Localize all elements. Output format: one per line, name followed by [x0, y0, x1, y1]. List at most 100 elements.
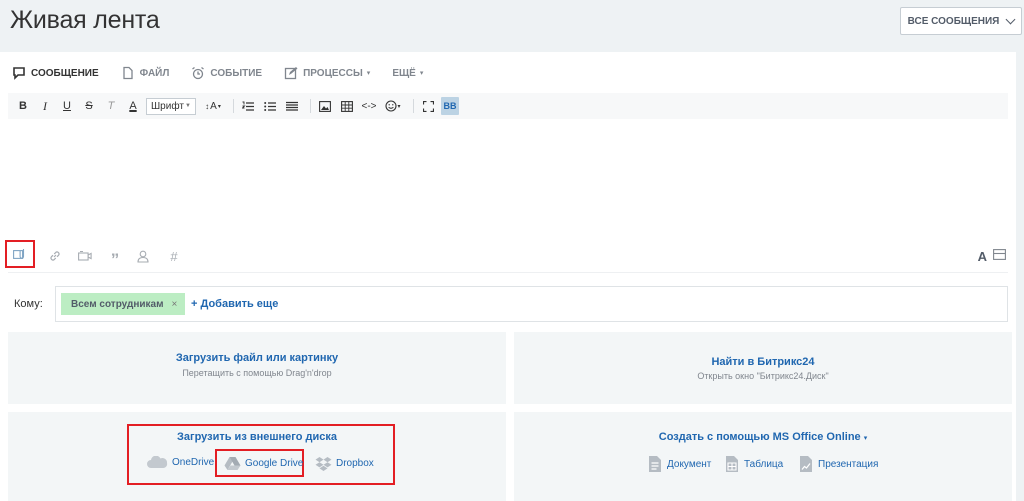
find-in-bitrix-subtitle: Открыть окно "Битрикс24.Диск"	[697, 371, 829, 381]
chat-icon	[13, 67, 25, 80]
create-spreadsheet-button[interactable]: Таблица	[725, 455, 783, 473]
page-title: Живая лента	[10, 6, 160, 34]
font-size-button[interactable]: ↕ A ▾	[202, 97, 224, 115]
user-icon	[137, 250, 149, 263]
tab-message[interactable]: СООБЩЕНИЕ	[12, 66, 99, 80]
font-select-value: Шрифт	[151, 100, 184, 112]
edit-icon	[284, 67, 298, 80]
tab-file-label: ФАЙЛ	[139, 67, 170, 79]
presentation-icon	[800, 456, 812, 472]
italic-button[interactable]: I	[36, 97, 54, 115]
ms-office-title-label: Создать с помощью MS Office Online	[658, 431, 861, 443]
align-button[interactable]	[283, 97, 301, 115]
file-icon	[123, 66, 133, 80]
recipients-label: Кому:	[14, 298, 43, 310]
text-format-toggle-button[interactable]: A	[978, 249, 987, 264]
onedrive-label: OneDrive	[172, 457, 215, 468]
tab-more[interactable]: ЕЩЁ ▾	[392, 68, 423, 79]
upload-file-zone[interactable]: Загрузить файл или картинку Перетащить с…	[8, 332, 506, 404]
onedrive-icon	[147, 456, 168, 469]
upload-file-title[interactable]: Загрузить файл или картинку	[8, 352, 506, 364]
caret-down-icon: ▾	[366, 70, 371, 77]
font-size-label: A	[210, 100, 217, 112]
recipients-row: Кому: Всем сотрудникам × + Добавить еще	[14, 286, 1008, 322]
numbered-list-button[interactable]	[239, 97, 257, 115]
insert-image-button[interactable]	[316, 97, 334, 115]
attach-file-button[interactable]	[5, 240, 35, 268]
add-recipient-link[interactable]: + Добавить еще	[191, 298, 278, 310]
source-code-button[interactable]: <->	[360, 97, 378, 115]
tab-file[interactable]: ФАЙЛ	[121, 66, 170, 80]
video-icon	[78, 250, 92, 261]
insert-video-button[interactable]	[74, 245, 96, 267]
fullscreen-button[interactable]	[419, 97, 437, 115]
font-size-icon: ↕	[205, 101, 210, 111]
google-drive-icon	[224, 457, 241, 470]
toolbar-separator	[233, 99, 234, 113]
code-icon: <->	[361, 100, 377, 112]
recipient-tag-label: Всем сотрудникам	[71, 298, 164, 310]
insert-quote-button[interactable]: ”	[104, 245, 126, 268]
tab-more-label: ЕЩЁ	[392, 67, 416, 79]
numbered-list-icon	[242, 101, 254, 111]
image-icon	[319, 100, 331, 112]
tab-processes[interactable]: ПРОЦЕССЫ ▾	[284, 66, 370, 80]
ms-office-title[interactable]: Создать с помощью MS Office Online ▾	[514, 431, 1012, 443]
tab-message-label: СООБЩЕНИЕ	[31, 67, 99, 79]
formatting-toolbar: B I U S T A Шрифт ▼ ↕ A ▾ <-> ▾ BB	[8, 93, 1008, 119]
recipients-field[interactable]: Всем сотрудникам × + Добавить еще	[55, 286, 1008, 322]
toolbar-separator	[413, 99, 414, 113]
spreadsheet-icon	[726, 456, 738, 472]
attach-file-icon	[13, 249, 25, 259]
caret-down-icon: ▼	[185, 103, 191, 109]
chevron-down-icon	[1005, 14, 1016, 24]
dropbox-icon	[315, 457, 332, 471]
upload-file-subtitle: Перетащить с помощью Drag'n'drop	[182, 368, 332, 378]
tab-event[interactable]: СОБЫТИЕ	[191, 66, 262, 80]
strikethrough-button[interactable]: S	[80, 97, 98, 115]
font-select[interactable]: Шрифт ▼	[146, 97, 196, 115]
fullscreen-icon	[422, 100, 434, 112]
editor-right-tools: A	[978, 247, 1006, 265]
caret-down-icon: ▾	[419, 70, 424, 77]
bullet-list-button[interactable]	[261, 97, 279, 115]
align-left-icon	[286, 101, 298, 111]
caret-down-icon: ▾	[863, 435, 868, 442]
tab-event-label: СОБЫТИЕ	[210, 67, 263, 79]
toolbar-separator	[310, 99, 311, 113]
insert-link-button[interactable]	[44, 245, 66, 267]
document-label: Документ	[667, 458, 712, 470]
find-in-bitrix-zone[interactable]: Найти в Битрикс24 Открыть окно "Битрикс2…	[514, 332, 1012, 404]
insert-tag-button[interactable]: #	[163, 245, 185, 267]
clear-format-button[interactable]: T	[102, 97, 120, 115]
onedrive-button[interactable]: OneDrive	[146, 456, 214, 469]
bbcode-toggle-button[interactable]: BB	[441, 97, 459, 115]
alarm-clock-icon	[192, 66, 205, 80]
create-document-button[interactable]: Документ	[648, 455, 711, 473]
post-type-tabs: СООБЩЕНИЕ ФАЙЛ СОБЫТИЕ ПРОЦЕССЫ ▾ ЕЩЁ ▾	[12, 65, 445, 81]
title-toggle-button[interactable]	[993, 247, 1006, 265]
recipient-tag[interactable]: Всем сотрудникам ×	[61, 293, 186, 315]
remove-recipient-icon[interactable]: ×	[172, 299, 178, 310]
find-in-bitrix-title[interactable]: Найти в Битрикс24	[514, 356, 1012, 368]
spreadsheet-label: Таблица	[744, 458, 784, 470]
underline-button[interactable]: U	[58, 97, 76, 115]
title-field-icon	[993, 249, 1006, 260]
bold-button[interactable]: B	[14, 97, 32, 115]
create-presentation-button[interactable]: Презентация	[799, 455, 878, 473]
insert-table-button[interactable]	[338, 97, 356, 115]
mention-user-button[interactable]	[132, 245, 154, 267]
dropbox-button[interactable]: Dropbox	[315, 456, 374, 471]
text-color-button[interactable]: A	[124, 97, 142, 115]
caret-down-icon: ▾	[397, 103, 401, 110]
all-messages-filter-button[interactable]: ВСЕ СООБЩЕНИЯ	[900, 7, 1022, 35]
filter-button-label: ВСЕ СООБЩЕНИЯ	[907, 15, 1000, 27]
emoji-button[interactable]: ▾	[382, 97, 404, 115]
attachment-toolbar: ” # A	[5, 239, 1008, 273]
google-drive-label: Google Drive	[245, 457, 304, 469]
google-drive-button[interactable]: Google Drive	[224, 456, 303, 470]
smiley-icon	[385, 100, 398, 112]
bullet-list-icon	[264, 101, 276, 111]
document-icon	[649, 456, 661, 472]
presentation-label: Презентация	[818, 458, 879, 470]
